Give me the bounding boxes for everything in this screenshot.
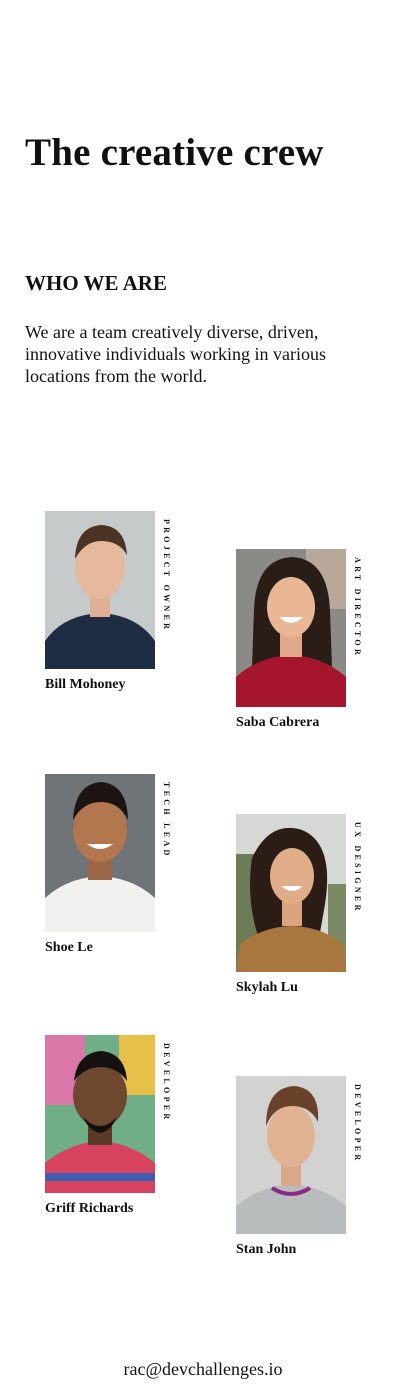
member-role: DEVELOPER bbox=[162, 1043, 171, 1123]
team-member-card: DEVELOPER Stan John bbox=[236, 1076, 366, 1259]
member-photo bbox=[45, 511, 155, 669]
team-member-card: UX DESIGNER Skylah Lu bbox=[236, 814, 366, 997]
member-name: Stan John bbox=[236, 1242, 297, 1257]
member-name: Bill Mohoney bbox=[45, 677, 126, 692]
team-member-card: PROJECT OWNER Bill Mohoney bbox=[45, 511, 175, 694]
contact-email: rac@devchallenges.io bbox=[123, 1359, 283, 1379]
member-role: TECH LEAD bbox=[162, 782, 171, 859]
team-member-card: DEVELOPER Griff Richards bbox=[45, 1035, 175, 1218]
member-role: UX DESIGNER bbox=[353, 822, 362, 914]
team-member-card: ART DIRECTOR Saba Cabrera bbox=[236, 549, 366, 732]
member-name: Skylah Lu bbox=[236, 980, 298, 995]
member-role: ART DIRECTOR bbox=[353, 557, 362, 659]
member-name: Shoe Le bbox=[45, 940, 93, 955]
member-role: DEVELOPER bbox=[353, 1084, 362, 1164]
member-photo bbox=[236, 814, 346, 972]
member-photo bbox=[236, 549, 346, 707]
member-name: Griff Richards bbox=[45, 1201, 134, 1216]
who-we-are-heading: WHO WE ARE bbox=[25, 271, 167, 295]
member-role: PROJECT OWNER bbox=[162, 519, 171, 633]
member-photo bbox=[45, 1035, 155, 1193]
member-photo bbox=[236, 1076, 346, 1234]
member-name: Saba Cabrera bbox=[236, 715, 320, 730]
member-photo bbox=[45, 774, 155, 932]
intro-paragraph: We are a team creatively diverse, driven… bbox=[25, 322, 326, 386]
page-title: The creative crew bbox=[25, 131, 324, 174]
team-member-card: TECH LEAD Shoe Le bbox=[45, 774, 175, 957]
